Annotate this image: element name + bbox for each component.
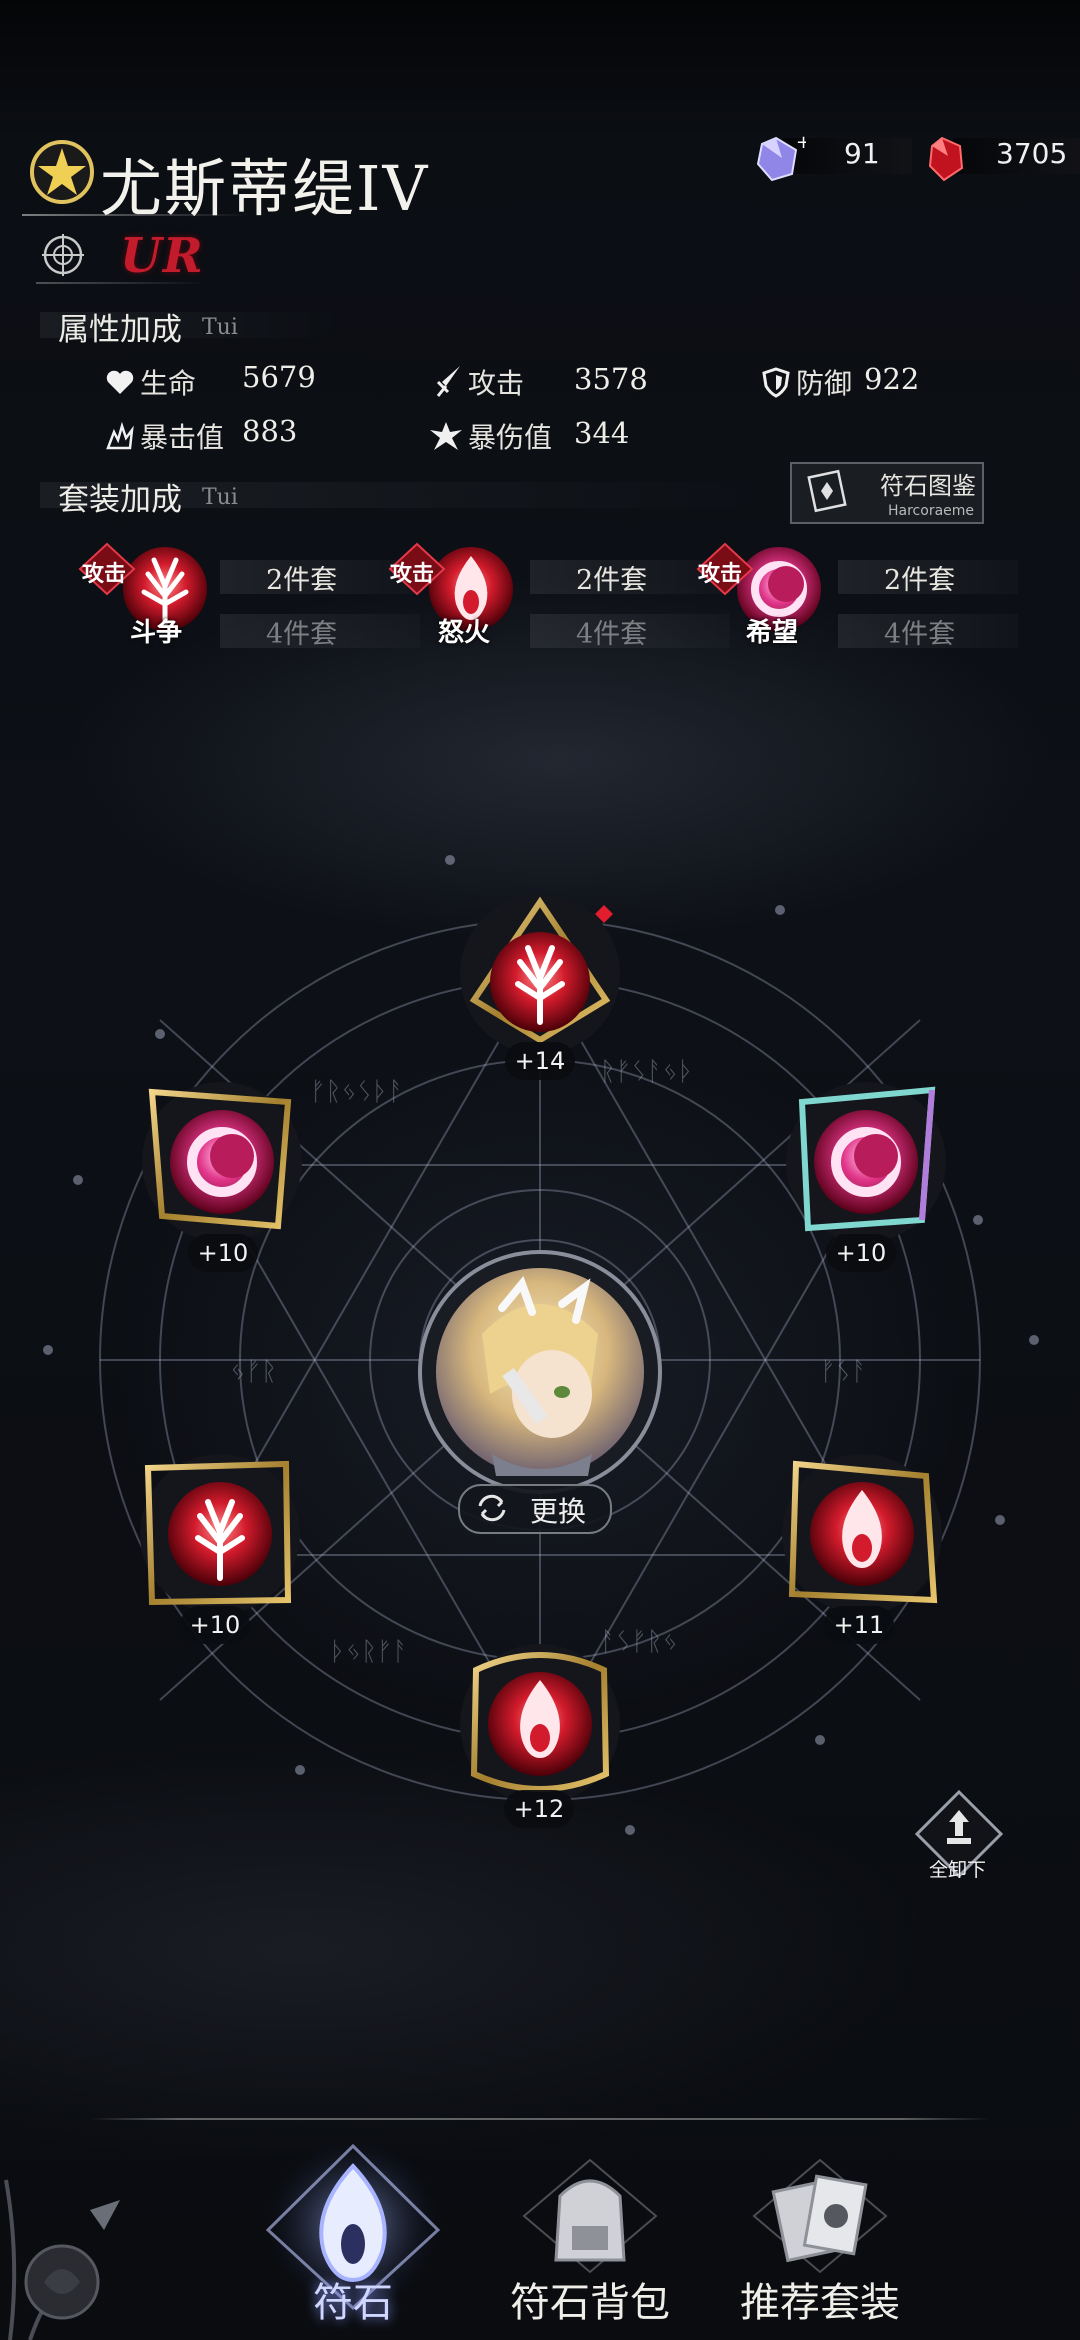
currency-red[interactable]: 3705 [922,134,1080,184]
stat-value-atk: 3578 [574,362,648,396]
character-portrait[interactable] [412,1244,668,1500]
flame-rune-icon [460,1644,620,1804]
stat-label-def: 防御 [796,367,853,400]
stat-value-hp: 5679 [242,360,316,394]
rarity-underline [36,282,206,284]
svg-text:ᛃᚠᚱ: ᛃᚠᚱ [230,1357,277,1387]
tree-rune-icon [140,1454,300,1614]
nav-divider [90,2118,990,2120]
swap-label: 更换 [530,1495,587,1528]
rune-level: +10 [180,1606,250,1644]
set-item-struggle[interactable]: 攻击 斗争 2件套 4件套 [70,530,420,650]
nav-tab-label: 推荐套装 [740,2280,900,2326]
attributes-subtitle: Tui [202,315,238,340]
currency-purple[interactable]: + 91 [752,134,912,184]
set-2piece: 2件套 [884,565,956,596]
backpack-icon [522,2158,658,2274]
crit-icon [104,420,136,452]
stat-label-atk: 攻击 [468,367,525,400]
svg-text:ᚠᚱᛃᛊᚦᚨ: ᚠᚱᛃᛊᚦᚨ [310,1077,404,1107]
star-emblem-icon [28,138,96,206]
rune-slot-upper-right[interactable]: +10 [782,1078,950,1272]
set-name: 斗争 [130,618,183,648]
rune-level: +10 [188,1234,258,1272]
currency-value: 91 [844,137,880,170]
set-tag: 攻击 [698,562,743,587]
svg-text:ᚦᛃᚱᚠᚨ: ᚦᛃᚱᚠᚨ [330,1637,408,1667]
svg-text:+: + [796,134,806,153]
sets-title: 套装加成 [58,482,182,518]
rune-atlas-sublabel: Harcoraeme [888,503,975,519]
heart-icon [104,366,136,398]
rarity-badge: UR [120,228,204,284]
rune-slot-bottom[interactable]: +12 [456,1640,624,1834]
set-item-hope[interactable]: 攻击 希望 2件套 4件套 [688,530,1018,650]
stat-value-crit: 883 [242,414,298,448]
nav-tab-label: 符石 [313,2280,393,2326]
cards-icon [752,2158,888,2274]
currency-value: 3705 [996,137,1068,170]
book-icon [807,469,847,513]
stat-label-critdmg: 暴伤值 [468,421,553,454]
unequip-all-label: 全卸下 [929,1859,987,1881]
set-name: 怒火 [438,618,491,648]
nav-tab-runes[interactable]: 符石 [258,2140,448,2340]
title-underline [22,214,252,216]
flame-rune-icon [782,1454,942,1614]
stat-label-crit: 暴击值 [140,421,225,454]
stat-value-critdmg: 344 [574,416,630,450]
crescent-rune-icon [142,1082,302,1242]
rune-level: +12 [504,1790,574,1828]
rune-slot-lower-left[interactable]: +10 [136,1450,304,1644]
stat-label-hp: 生命 [140,367,197,400]
attributes-title: 属性加成 [58,312,182,348]
set-name: 希望 [746,618,799,648]
crescent-rune-icon [786,1082,946,1242]
sword-icon [432,364,464,397]
set-4piece: 4件套 [576,619,648,650]
crit-damage-icon [428,420,462,452]
nav-tab-label: 符石背包 [510,2280,670,2326]
rune-slot-upper-left[interactable]: +10 [138,1078,306,1272]
set-2piece: 2件套 [266,565,338,596]
purple-crystal-icon: + [756,134,806,182]
set-4piece: 4件套 [884,619,956,650]
set-2piece: 2件套 [576,565,648,596]
shield-icon [760,366,792,398]
red-crystal-icon [928,136,964,182]
rose-decoration [4,2179,120,2340]
crosshair-icon [40,232,86,278]
nav-tab-rune-bag[interactable]: 符石背包 [500,2156,680,2340]
nav-tab-recommended[interactable]: 推荐套装 [730,2156,910,2340]
set-tag: 攻击 [82,562,127,587]
set-item-fury[interactable]: 攻击 怒火 2件套 4件套 [380,530,730,650]
rune-slot-lower-right[interactable]: +11 [778,1450,946,1644]
swap-icon [478,1494,506,1522]
stat-value-def: 922 [864,362,920,396]
svg-text:ᚠᛊᚨ: ᚠᛊᚨ [820,1357,867,1387]
rune-level: +11 [824,1606,894,1644]
set-tag: 攻击 [390,562,435,587]
rune-level: +14 [505,1042,575,1080]
rune-atlas-label: 符石图鉴 [880,472,976,500]
sets-subtitle: Tui [202,485,238,510]
red-dot-icon [595,905,613,923]
set-4piece: 4件套 [266,619,338,650]
rune-level: +10 [826,1234,896,1272]
rune-slot-top[interactable]: +14 [456,890,624,1080]
